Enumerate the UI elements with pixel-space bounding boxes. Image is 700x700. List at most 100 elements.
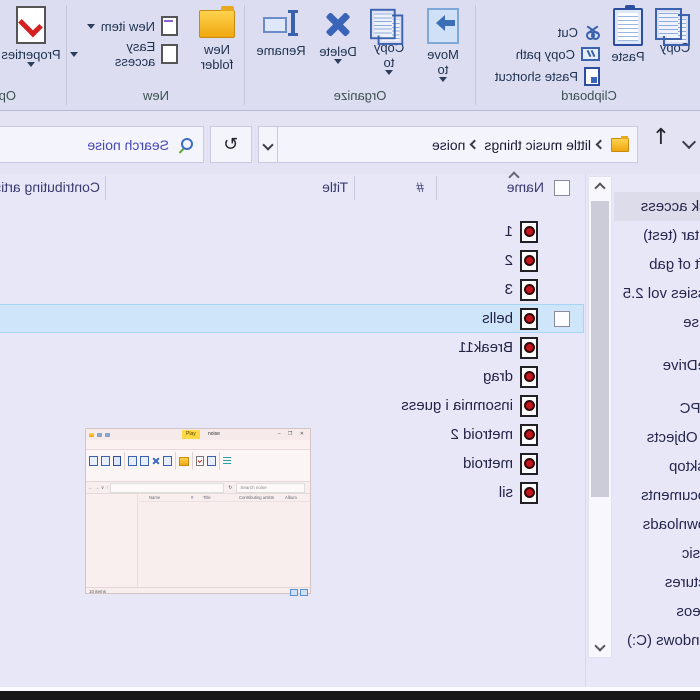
file-row[interactable]: insomnia i guess — [0, 391, 584, 420]
breadcrumb-parent[interactable]: little music things — [478, 137, 597, 153]
easy-access-button[interactable]: Easy access — [70, 44, 178, 64]
scrollbar-thumb[interactable] — [591, 201, 609, 497]
inset-paste-icon — [113, 456, 121, 466]
search-input[interactable] — [17, 136, 171, 154]
column-header-number[interactable]: # — [416, 179, 424, 195]
paste-button[interactable]: Paste — [606, 8, 650, 64]
paste-label: Paste — [611, 49, 644, 64]
copy-button[interactable]: Copy — [652, 8, 698, 55]
scroll-down-button[interactable] — [589, 635, 611, 657]
new-item-button[interactable]: New item — [87, 16, 178, 36]
sidebar-item[interactable]: bassies vol 2.5 — [614, 279, 700, 308]
ribbon-group-clipboard: Copy Paste Cut Copy path Paste shortcut … — [478, 0, 700, 110]
copy-to-button[interactable]: Copy to — [364, 8, 414, 75]
new-item-icon — [161, 16, 178, 36]
copy-path-button[interactable]: Copy path — [516, 44, 600, 64]
row-checkbox[interactable] — [554, 311, 570, 327]
cut-button[interactable]: Cut — [558, 22, 600, 42]
inset-group-labels — [86, 472, 310, 480]
refresh-button[interactable]: ↻ — [210, 126, 252, 163]
copy-to-icon — [375, 9, 404, 39]
new-folder-icon — [199, 10, 235, 38]
file-row[interactable]: Break11 — [0, 333, 584, 362]
address-folder-icon — [611, 138, 629, 152]
scroll-up-button[interactable] — [589, 177, 611, 199]
inset-copy-icon — [101, 456, 110, 466]
sidebar-item[interactable]: Music — [614, 539, 700, 568]
sidebar-item-label: gift of gab — [649, 256, 700, 273]
sidebar-item[interactable]: 3D Objects — [614, 423, 700, 452]
sidebar-item-label: This PC — [680, 400, 700, 417]
sidebar-item[interactable]: This PC — [614, 394, 700, 423]
nav-scrollbar[interactable] — [588, 176, 612, 658]
column-header-contributing-artists[interactable]: Contributing artists — [0, 179, 100, 195]
move-to-button[interactable]: Move to — [418, 8, 468, 82]
new-group-label: New — [70, 88, 242, 103]
inset-copy-to-icon — [140, 456, 149, 466]
sidebar-item[interactable]: Windows (C:) — [614, 626, 700, 655]
audio-file-icon — [520, 366, 538, 388]
new-folder-label: New folder — [197, 42, 237, 72]
inset-file-list: Name # Title Contributing artists Album — [139, 494, 310, 587]
file-row[interactable]: drag — [0, 362, 584, 391]
new-folder-button[interactable]: New folder — [194, 10, 240, 72]
column-header-title[interactable]: Title — [322, 179, 348, 195]
inset-move-to-icon — [128, 456, 137, 466]
sidebar-item[interactable]: OneDrive — [614, 351, 700, 380]
file-row[interactable]: 3 — [0, 275, 584, 304]
column-separator[interactable] — [105, 176, 106, 200]
move-to-dropdown-icon — [439, 77, 447, 82]
rename-icon — [265, 8, 297, 38]
sidebar-item[interactable]: Pictures — [614, 568, 700, 597]
sidebar-item[interactable]: Quick access — [614, 192, 700, 221]
delete-button[interactable]: Delete — [314, 8, 362, 64]
inset-col-album: Album — [285, 495, 297, 500]
sidebar-item-label: guitar (test) — [643, 227, 700, 244]
search-box[interactable] — [0, 126, 204, 163]
sidebar-item-label: Documents — [641, 487, 700, 504]
delete-icon — [322, 8, 354, 40]
select-all-checkbox[interactable] — [554, 180, 570, 196]
sidebar-item[interactable]: Desktop — [614, 452, 700, 481]
file-name: metroid 2 — [450, 426, 513, 443]
file-row[interactable]: bells — [0, 304, 584, 333]
paste-icon — [613, 8, 643, 46]
file-row[interactable]: 1 — [0, 217, 584, 246]
rename-button[interactable]: Rename — [250, 8, 312, 58]
sidebar-item[interactable]: Documents — [614, 481, 700, 510]
file-name: metroid — [463, 455, 513, 472]
sidebar-item-label: Windows (C:) — [627, 632, 700, 649]
column-separator[interactable] — [354, 176, 355, 200]
address-bar[interactable]: little music things noise — [258, 126, 638, 163]
easy-access-icon — [161, 44, 178, 64]
sidebar-item[interactable]: Videos — [614, 597, 700, 626]
column-separator[interactable] — [436, 176, 437, 200]
inset-separator — [219, 452, 220, 470]
sidebar-item[interactable]: noise — [614, 308, 700, 337]
inset-col-title: Title — [203, 495, 211, 500]
up-arrow-button[interactable]: ↑ — [652, 125, 670, 150]
easy-access-dropdown-icon — [70, 52, 78, 57]
taskbar-strip — [0, 691, 700, 700]
breadcrumb-current[interactable]: noise — [426, 137, 471, 153]
inset-window-title: noise — [208, 430, 220, 439]
audio-file-icon — [520, 279, 538, 301]
clipboard-group-label: Clipboard — [478, 88, 700, 103]
inset-properties-icon — [196, 456, 204, 466]
inset-rename-icon — [163, 456, 172, 466]
address-dropdown-button[interactable] — [259, 127, 278, 162]
sidebar-item[interactable]: Downloads — [614, 510, 700, 539]
sidebar-item-label: Quick access — [641, 198, 700, 215]
recent-locations-chevron-icon[interactable] — [682, 135, 696, 149]
inset-col-number: # — [191, 495, 193, 500]
group-separator — [66, 5, 67, 105]
column-headers: Name # Title Contributing artists — [0, 174, 584, 202]
file-name: sil — [499, 484, 513, 501]
move-to-icon — [427, 8, 459, 44]
paste-shortcut-button[interactable]: Paste shortcut — [495, 66, 600, 86]
sidebar-item[interactable]: guitar (test) — [614, 221, 700, 250]
file-row[interactable]: 2 — [0, 246, 584, 275]
sidebar-item[interactable]: gift of gab — [614, 250, 700, 279]
new-item-dropdown-icon — [87, 24, 95, 29]
properties-button[interactable]: Properties — [2, 6, 60, 67]
